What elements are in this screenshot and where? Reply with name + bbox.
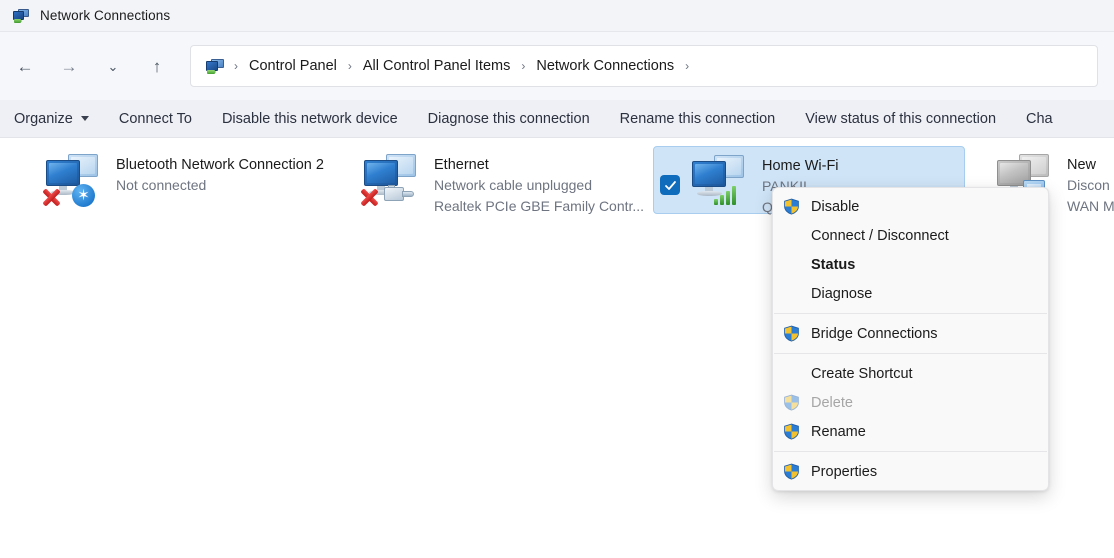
toolbar-view-status[interactable]: View status of this connection: [790, 100, 1011, 138]
network-connections-icon: [12, 8, 30, 24]
breadcrumb-separator: ›: [678, 59, 696, 73]
menu-separator: [774, 451, 1047, 452]
menu-item-label: Bridge Connections: [811, 326, 938, 342]
shield-icon: [783, 394, 811, 411]
breadcrumb-control-panel[interactable]: Control Panel: [245, 55, 341, 77]
menu-separator: [774, 313, 1047, 314]
connection-item-bluetooth[interactable]: ✶ Bluetooth Network Connection 2 Not con…: [34, 146, 346, 212]
menu-item-status[interactable]: Status: [773, 250, 1048, 279]
connection-device: Realtek PCIe GBE Family Contr...: [434, 196, 644, 217]
menu-item-label: Connect / Disconnect: [811, 228, 949, 244]
connection-name: Ethernet: [434, 155, 644, 175]
ethernet-network-icon: [360, 152, 422, 206]
connection-name: Home Wi-Fi: [762, 156, 839, 176]
disconnected-x-icon: [40, 186, 62, 208]
title-bar: Network Connections: [0, 0, 1114, 32]
bluetooth-network-icon: ✶: [42, 152, 104, 206]
window-title: Network Connections: [40, 8, 170, 23]
forward-arrow-icon[interactable]: →: [52, 49, 86, 83]
menu-item-create-shortcut[interactable]: Create Shortcut: [773, 359, 1048, 388]
menu-item-label: Rename: [811, 424, 866, 440]
menu-item-label: Properties: [811, 464, 877, 480]
breadcrumb-network-connections[interactable]: Network Connections: [532, 55, 678, 77]
menu-item-connect-disconnect[interactable]: Connect / Disconnect: [773, 221, 1048, 250]
menu-item-label: Delete: [811, 395, 853, 411]
toolbar-connect-to[interactable]: Connect To: [104, 100, 207, 138]
rj45-plug-icon: [384, 185, 414, 205]
breadcrumb-separator: ›: [514, 59, 532, 73]
menu-item-label: Disable: [811, 199, 859, 215]
menu-item-label: Diagnose: [811, 286, 872, 302]
connection-item-ethernet[interactable]: Ethernet Network cable unplugged Realtek…: [352, 146, 664, 212]
menu-separator: [774, 353, 1047, 354]
menu-item-bridge-connections[interactable]: Bridge Connections: [773, 319, 1048, 348]
up-arrow-icon[interactable]: ↑: [140, 49, 174, 83]
menu-item-rename[interactable]: Rename: [773, 417, 1048, 446]
command-toolbar: Organize Connect To Disable this network…: [0, 100, 1114, 138]
chevron-down-icon: [81, 116, 89, 121]
chevron-down-icon[interactable]: ⌄: [96, 49, 130, 83]
shield-icon: [783, 463, 811, 480]
disconnected-x-icon: [358, 186, 380, 208]
connection-status: Network cable unplugged: [434, 175, 644, 196]
menu-item-label: Status: [811, 257, 855, 273]
toolbar-change-settings[interactable]: Cha: [1011, 100, 1068, 138]
wifi-network-icon: [688, 153, 750, 207]
breadcrumb-separator: ›: [227, 59, 245, 73]
connection-device: WAN M: [1067, 196, 1114, 217]
wifi-signal-icon: [714, 183, 736, 205]
toolbar-rename-connection[interactable]: Rename this connection: [605, 100, 791, 138]
shield-icon: [783, 198, 811, 215]
navigation-bar: ← → ⌄ ↑ › Control Panel › All Control Pa…: [0, 32, 1114, 100]
menu-item-disable[interactable]: Disable: [773, 192, 1048, 221]
menu-item-properties[interactable]: Properties: [773, 457, 1048, 486]
toolbar-disable-network-device[interactable]: Disable this network device: [207, 100, 413, 138]
shield-icon: [783, 325, 811, 342]
menu-item-delete: Delete: [773, 388, 1048, 417]
connection-name: Bluetooth Network Connection 2: [116, 155, 324, 175]
context-menu: Disable Connect / Disconnect Status Diag…: [772, 187, 1049, 491]
connection-name: New: [1067, 155, 1114, 175]
address-bar[interactable]: › Control Panel › All Control Panel Item…: [190, 45, 1098, 87]
selection-checkbox[interactable]: [660, 175, 680, 195]
toolbar-diagnose-connection[interactable]: Diagnose this connection: [413, 100, 605, 138]
breadcrumb-separator: ›: [341, 59, 359, 73]
connection-status: Discon: [1067, 175, 1114, 196]
back-arrow-icon[interactable]: ←: [8, 49, 42, 83]
breadcrumb-all-control-panel-items[interactable]: All Control Panel Items: [359, 55, 514, 77]
toolbar-organize[interactable]: Organize: [0, 100, 104, 138]
toolbar-organize-label: Organize: [14, 111, 73, 127]
menu-item-diagnose[interactable]: Diagnose: [773, 279, 1048, 308]
connection-status: Not connected: [116, 175, 324, 196]
shield-icon: [783, 423, 811, 440]
menu-item-label: Create Shortcut: [811, 366, 913, 382]
bluetooth-badge-icon: ✶: [72, 184, 95, 207]
address-bar-icon: [205, 58, 225, 75]
